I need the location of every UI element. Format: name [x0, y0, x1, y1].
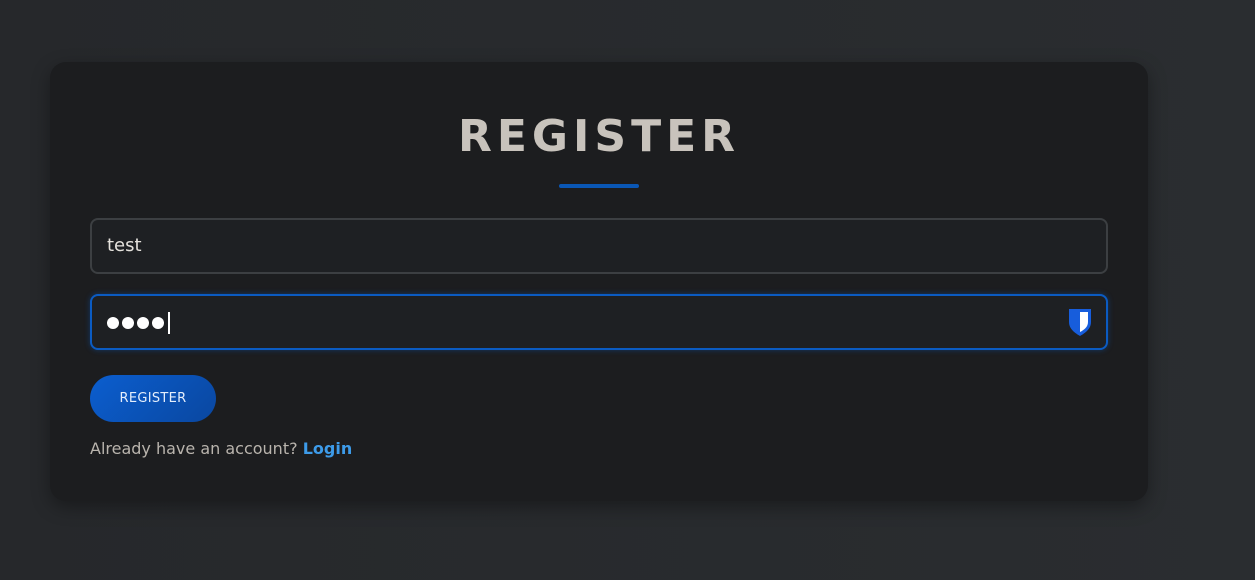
password-manager-shield-icon[interactable]	[1067, 307, 1093, 337]
password-dot	[152, 317, 164, 329]
password-dot	[137, 317, 149, 329]
username-field[interactable]: test	[90, 218, 1108, 274]
password-field[interactable]	[90, 294, 1108, 350]
register-card: REGISTER test REGISTER Already have an a…	[50, 62, 1148, 501]
register-button[interactable]: REGISTER	[90, 375, 216, 422]
password-dot	[107, 317, 119, 329]
login-prompt-text: Already have an account?	[90, 439, 298, 458]
title-underline	[559, 184, 639, 188]
page-title: REGISTER	[457, 111, 741, 162]
text-caret	[168, 312, 170, 334]
login-link[interactable]: Login	[303, 439, 353, 458]
password-dot	[122, 317, 134, 329]
password-mask	[107, 312, 170, 334]
login-prompt: Already have an account? Login	[90, 438, 352, 460]
username-value: test	[107, 235, 142, 256]
